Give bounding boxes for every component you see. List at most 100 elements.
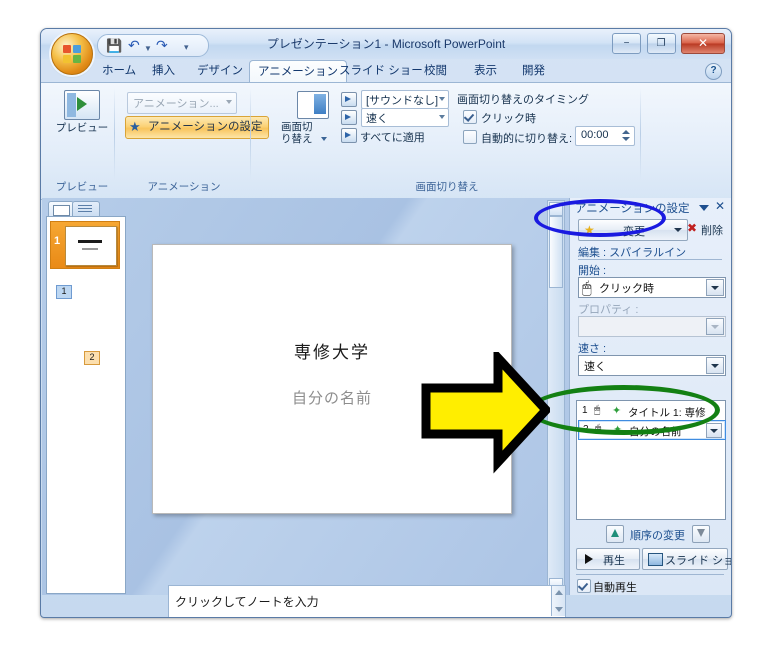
transition-timing-title: 画面切り替えのタイミング bbox=[457, 94, 589, 106]
animation-gallery-label: アニメーション... bbox=[133, 98, 219, 110]
transition-sound-combo[interactable]: [サウンドなし] bbox=[361, 90, 449, 109]
tab-insert[interactable]: 挿入 bbox=[144, 61, 183, 82]
arrow-up-icon bbox=[611, 529, 619, 537]
start-combo[interactable]: 🖱 クリック時 bbox=[578, 277, 726, 298]
thumbnail-title-line bbox=[78, 240, 102, 243]
start-label: 開始 : bbox=[578, 265, 607, 277]
title-bar: 💾 ↶ ▼ ↷ ▾ プレゼンテーション1 - Microsoft PowerPo… bbox=[41, 29, 731, 75]
animation-effect-list[interactable]: 1 🖱 ✦ タイトル 1: 専修 2 🖱 ✦ 自分の名前 bbox=[576, 400, 726, 520]
ribbon-group-preview: プレビュー プレビュー bbox=[49, 84, 115, 196]
spinner-down-icon[interactable] bbox=[622, 137, 630, 141]
chevron-down-icon bbox=[706, 318, 724, 335]
task-pane-divider bbox=[578, 259, 722, 260]
animation-list-item-1[interactable]: 1 🖱 ✦ タイトル 1: 専修 bbox=[578, 402, 724, 420]
animation-tag-1[interactable]: 1 bbox=[56, 285, 72, 299]
tab-review[interactable]: 校閲 bbox=[416, 61, 455, 82]
animation-tag-2[interactable]: 2 bbox=[84, 351, 100, 365]
minimize-icon: − bbox=[623, 38, 630, 49]
window-controls: − ❐ ✕ bbox=[611, 33, 725, 54]
thumbnail-slide-1[interactable]: 1 bbox=[50, 221, 120, 269]
tab-view[interactable]: 表示 bbox=[466, 61, 505, 82]
mouse-click-icon: 🖱 bbox=[594, 404, 601, 416]
group-separator bbox=[114, 88, 115, 180]
item-index: 1 bbox=[582, 405, 588, 416]
play-button[interactable]: 再生 bbox=[576, 548, 640, 570]
change-animation-button[interactable]: ★ 変更 bbox=[578, 219, 688, 241]
speed-icon bbox=[341, 110, 357, 125]
custom-animation-label: アニメーションの設定 bbox=[148, 121, 263, 133]
transition-more-chevron-icon[interactable] bbox=[321, 137, 327, 141]
transition-sound-value: [サウンドなし] bbox=[366, 95, 439, 107]
start-value: クリック時 bbox=[599, 283, 654, 295]
item-index: 2 bbox=[583, 424, 589, 435]
application-window: 💾 ↶ ▼ ↷ ▾ プレゼンテーション1 - Microsoft PowerPo… bbox=[40, 28, 732, 618]
play-icon bbox=[585, 554, 593, 564]
sound-icon bbox=[341, 92, 357, 107]
auto-advance-checkbox[interactable] bbox=[463, 130, 477, 144]
close-button[interactable]: ✕ bbox=[681, 33, 725, 54]
scroll-up-icon[interactable] bbox=[549, 202, 563, 216]
remove-animation-button[interactable]: ✖ 削除 bbox=[687, 219, 724, 239]
scroll-down-icon[interactable] bbox=[555, 607, 563, 612]
transition-button-label[interactable]: 画面切 り替え bbox=[281, 121, 313, 145]
close-icon: ✕ bbox=[697, 36, 709, 50]
chevron-down-icon[interactable] bbox=[706, 279, 724, 296]
thumbnail-list: 1 bbox=[46, 216, 126, 594]
speed-combo[interactable]: 速く bbox=[578, 355, 726, 376]
chevron-down-icon[interactable] bbox=[706, 357, 724, 374]
transition-speed-combo[interactable]: 速く bbox=[361, 108, 449, 127]
play-button-label: 再生 bbox=[603, 555, 625, 567]
outline-line-2 bbox=[78, 208, 92, 209]
tab-home[interactable]: ホーム bbox=[94, 61, 144, 82]
move-down-button[interactable] bbox=[692, 525, 710, 543]
help-icon[interactable]: ? bbox=[705, 63, 722, 80]
auto-advance-label: 自動的に切り替え: bbox=[481, 133, 573, 145]
scroll-up-icon[interactable] bbox=[555, 590, 563, 595]
notes-scrollbar[interactable] bbox=[551, 586, 565, 616]
status-bar: スライド 1/1 "Office テーマ" ✓ 日本語 (日本) 38% − +… bbox=[42, 617, 730, 618]
animation-list-item-2[interactable]: 2 🖱 ✦ 自分の名前 bbox=[578, 420, 726, 440]
group-label-animation: アニメーション bbox=[147, 181, 221, 193]
chevron-down-icon bbox=[439, 97, 445, 101]
notes-pane[interactable]: クリックしてノートを入力 bbox=[168, 585, 566, 617]
star-icon: ✦ bbox=[613, 424, 623, 436]
arrow-down-icon bbox=[697, 529, 705, 537]
transition-gallery-icon[interactable] bbox=[297, 91, 329, 119]
on-click-checkbox[interactable] bbox=[463, 110, 477, 124]
animation-gallery-dropdown[interactable]: アニメーション... bbox=[127, 92, 237, 114]
spinner-up-icon[interactable] bbox=[622, 130, 630, 134]
chevron-down-icon bbox=[439, 115, 445, 119]
slideshow-button-label: スライド ショー bbox=[665, 555, 731, 567]
thumbnail-number: 1 bbox=[54, 235, 61, 247]
apply-to-all-button[interactable]: すべてに適用 bbox=[360, 129, 425, 145]
tab-developer[interactable]: 開発 bbox=[514, 61, 553, 82]
autopreview-checkbox[interactable] bbox=[577, 579, 591, 593]
task-pane-menu-icon[interactable] bbox=[699, 205, 709, 211]
custom-animation-icon: ★ bbox=[129, 119, 141, 134]
scrollbar-thumb[interactable] bbox=[549, 216, 563, 288]
move-up-button[interactable] bbox=[606, 525, 624, 543]
mouse-click-icon: 🖱 bbox=[582, 280, 592, 297]
preview-icon-band bbox=[67, 93, 76, 117]
tab-design[interactable]: デザイン bbox=[189, 61, 251, 82]
custom-animation-button[interactable]: アニメーションの設定 bbox=[125, 116, 269, 139]
arrow-right-icon bbox=[421, 346, 553, 474]
preview-button[interactable]: プレビュー bbox=[54, 90, 110, 134]
ribbon-group-transition: 画面切 り替え [サウンドなし] 速く すべてに適用 画面切り替えのタイミング bbox=[253, 84, 641, 196]
change-button-label: 変更 bbox=[623, 226, 645, 238]
task-pane-close-icon[interactable]: ✕ bbox=[715, 200, 725, 212]
item-context-menu-icon[interactable] bbox=[706, 423, 722, 438]
auto-advance-time-spinner[interactable]: 00:00 bbox=[575, 126, 635, 146]
restore-button[interactable]: ❐ bbox=[646, 33, 676, 54]
yellow-arrow-annotation bbox=[420, 346, 553, 474]
slide-thumbnail-pane: 1 bbox=[46, 200, 126, 594]
mouse-click-icon: 🖱 bbox=[595, 423, 602, 435]
remove-button-label: 削除 bbox=[701, 225, 723, 237]
group-separator bbox=[640, 88, 641, 180]
slideshow-button[interactable]: スライド ショー bbox=[642, 548, 731, 570]
notes-placeholder: クリックしてノートを入力 bbox=[175, 595, 319, 609]
transition-label-line1: 画面切 bbox=[281, 121, 313, 133]
minimize-button[interactable]: − bbox=[612, 33, 642, 54]
slideshow-icon bbox=[648, 553, 663, 566]
ribbon-tabs: ホーム 挿入 デザイン アニメーション スライド ショー 校閲 表示 開発 ? bbox=[41, 59, 731, 83]
